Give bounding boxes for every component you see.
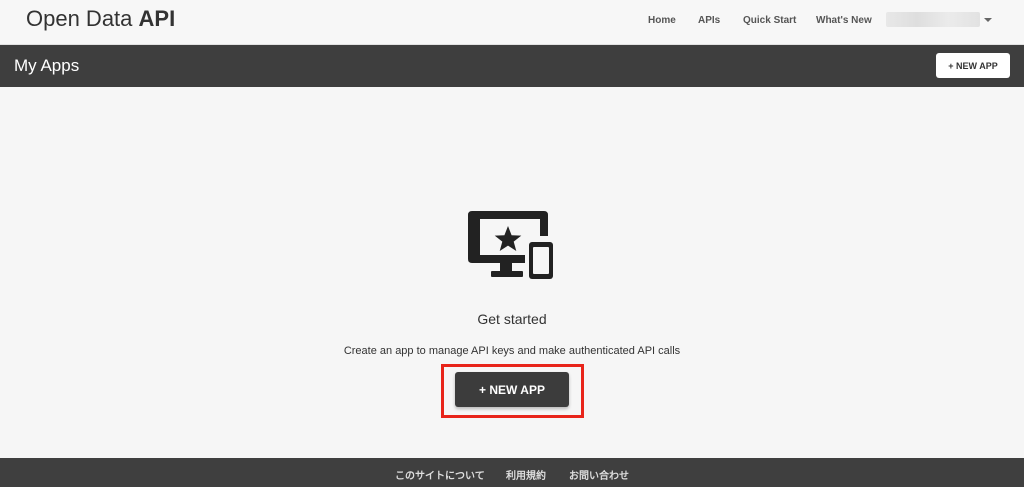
chevron-down-icon (984, 18, 992, 22)
nav-link-apis[interactable]: APIs (698, 15, 720, 26)
nav-link-home[interactable]: Home (648, 15, 676, 26)
footer: このサイトについて 利用規約 お問い合わせ (0, 458, 1024, 487)
get-started-heading: Get started (477, 311, 547, 327)
get-started-description: Create an app to manage API keys and mak… (343, 345, 681, 357)
user-name-redacted (886, 12, 980, 27)
footer-link-contact[interactable]: お問い合わせ (569, 467, 629, 482)
user-menu[interactable] (884, 10, 994, 32)
page-title: My Apps (14, 56, 80, 75)
nav-link-whats-new[interactable]: What's New (816, 15, 872, 26)
main-new-app-button[interactable]: + NEW APP (455, 372, 569, 407)
nav-link-quick-start[interactable]: Quick Start (743, 15, 796, 26)
nav-links: Home APIs Quick Start What's New (0, 15, 1024, 29)
footer-link-terms[interactable]: 利用規約 (506, 467, 546, 482)
page-header: My Apps + NEW APP (0, 45, 1024, 87)
top-navbar: Open Data API Home APIs Quick Start What… (0, 0, 1024, 45)
header-new-app-button[interactable]: + NEW APP (936, 53, 1010, 78)
footer-link-about[interactable]: このサイトについて (395, 467, 485, 482)
desktop-star-mobile-icon (468, 211, 553, 279)
main-content: Get started Create an app to manage API … (0, 87, 1024, 458)
page: Open Data API Home APIs Quick Start What… (0, 0, 1024, 487)
